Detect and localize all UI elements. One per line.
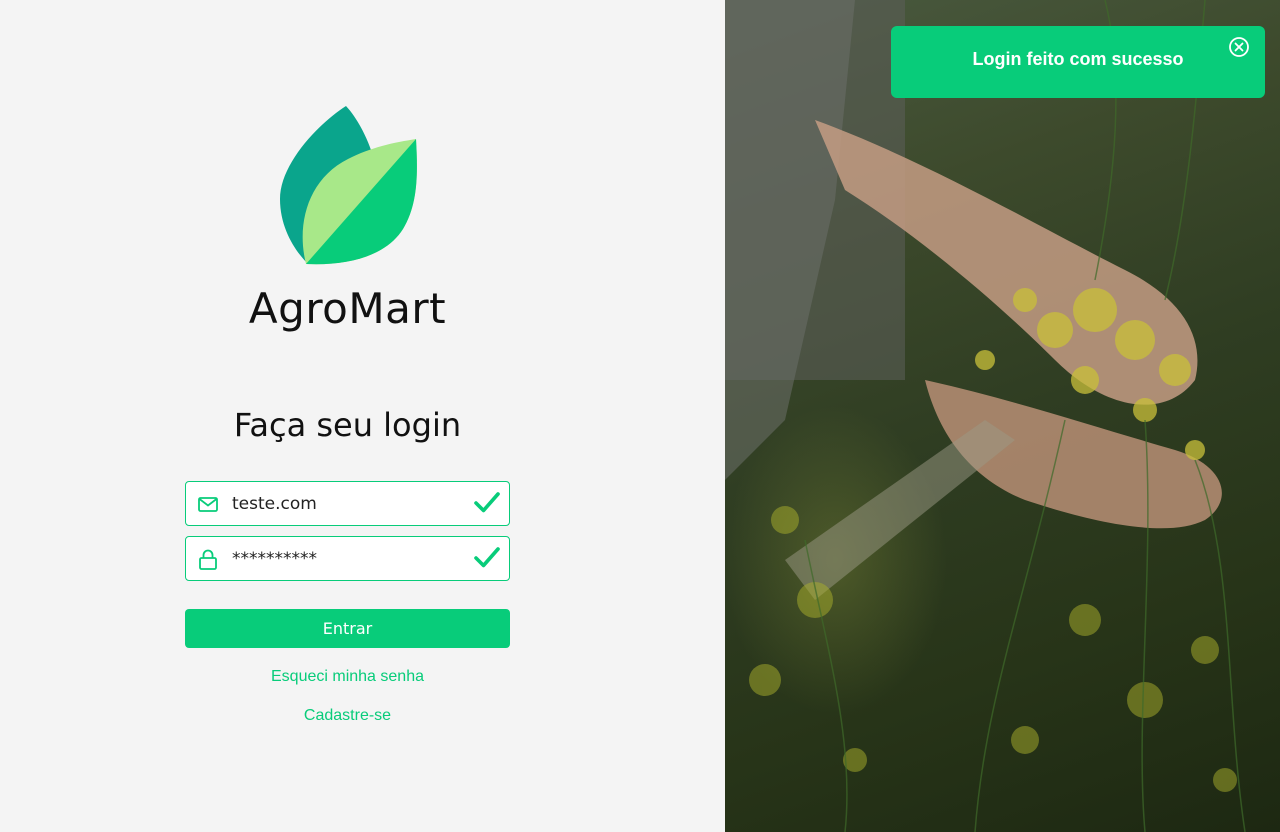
success-toast: Login feito com sucesso xyxy=(891,26,1265,98)
check-icon xyxy=(474,547,500,568)
mail-icon xyxy=(198,497,218,512)
signup-link[interactable]: Cadastre-se xyxy=(185,707,510,725)
agromart-logo-icon xyxy=(280,106,417,265)
login-heading: Faça seu login xyxy=(233,406,462,444)
forgot-password-link[interactable]: Esqueci minha senha xyxy=(185,668,510,686)
email-value[interactable]: teste.com xyxy=(232,494,317,514)
email-field[interactable]: teste.com xyxy=(185,481,510,526)
hands-flowers-photo xyxy=(725,0,1246,832)
brand-name: AgroMart xyxy=(248,284,447,333)
login-button[interactable]: Entrar xyxy=(185,609,510,648)
hero-photo xyxy=(725,0,1280,832)
toast-message: Login feito com sucesso xyxy=(972,49,1184,69)
close-circle-icon[interactable] xyxy=(1228,36,1250,58)
check-icon xyxy=(474,492,500,513)
password-field[interactable]: ********** xyxy=(185,536,510,581)
login-panel: AgroMart Faça seu login teste.com ******… xyxy=(0,0,725,832)
password-value[interactable]: ********** xyxy=(232,549,317,569)
lock-icon xyxy=(199,549,217,570)
